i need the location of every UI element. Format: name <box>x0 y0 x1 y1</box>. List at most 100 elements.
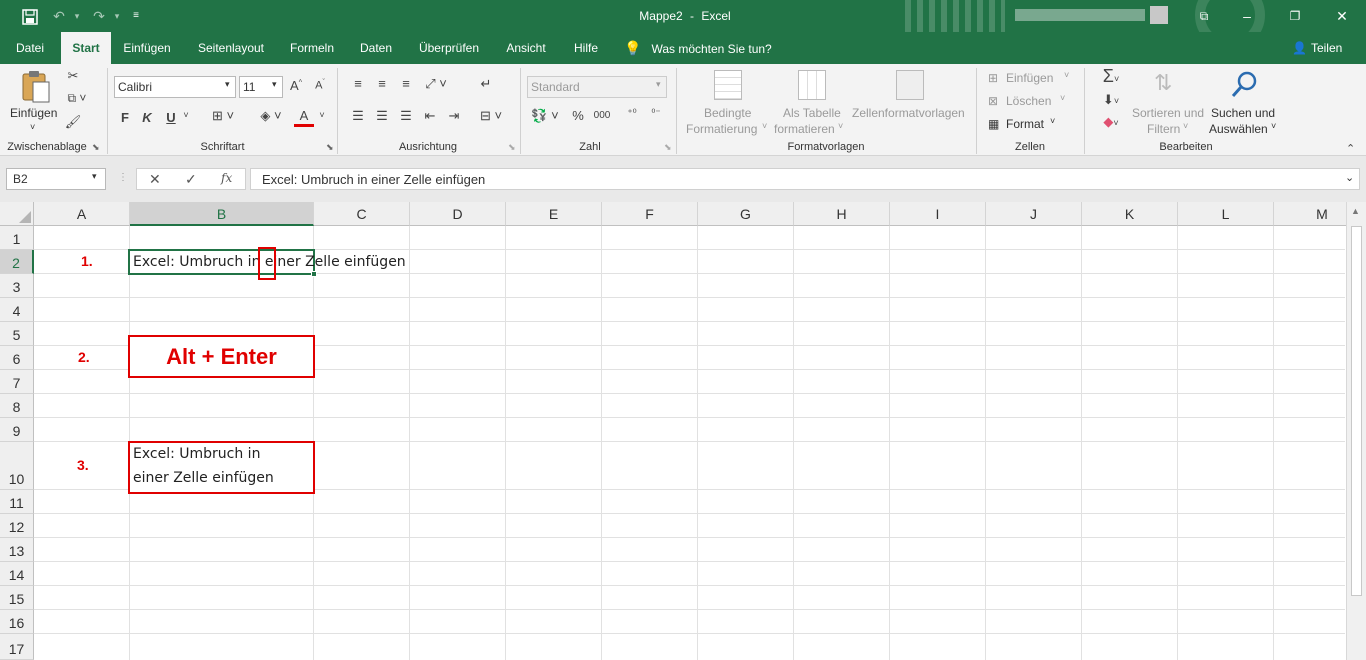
increase-decimal-icon[interactable]: ⁺⁰ <box>622 108 642 119</box>
row-header-12[interactable]: 12 <box>0 514 34 538</box>
wrap-text-icon[interactable]: ↵ <box>476 76 496 92</box>
save-icon[interactable] <box>16 0 44 32</box>
column-header-d[interactable]: D <box>410 202 506 226</box>
row-header-6[interactable]: 6 <box>0 346 34 370</box>
cancel-entry-icon[interactable]: ✕ <box>149 171 161 188</box>
row-header-7[interactable]: 7 <box>0 370 34 394</box>
column-header-c[interactable]: C <box>314 202 410 226</box>
clear-icon[interactable]: ◆˅ <box>1094 114 1128 130</box>
vertical-scrollbar[interactable]: ▲ <box>1346 202 1366 660</box>
delete-cells-button[interactable]: ⊠ Löschen ˅ <box>986 93 1076 111</box>
sort-filter-button[interactable]: ⇅ Sortieren und Filtern ˅ <box>1130 70 1206 140</box>
undo-dropdown-icon[interactable]: ▾ <box>70 0 84 32</box>
increase-indent-icon[interactable]: ⇥ <box>444 108 464 124</box>
tab-formeln[interactable]: Formeln <box>284 32 340 64</box>
insert-cells-button[interactable]: ⊞ Einfügen ˅ <box>986 70 1076 88</box>
account-avatar[interactable] <box>1150 6 1168 24</box>
row-header-11[interactable]: 11 <box>0 490 34 514</box>
align-bottom-icon[interactable]: ≡ <box>396 76 416 91</box>
expand-formula-icon[interactable]: ⌄ <box>1345 171 1354 184</box>
underline-button[interactable]: U <box>164 110 178 125</box>
column-header-k[interactable]: K <box>1082 202 1178 226</box>
format-as-table-button[interactable]: Als Tabelle formatieren ˅ <box>772 70 850 140</box>
percent-button[interactable]: % <box>570 108 586 123</box>
ribbon-display-options-icon[interactable]: ⧉ <box>1192 0 1216 32</box>
cut-icon[interactable]: ✂ <box>64 68 82 84</box>
row-header-16[interactable]: 16 <box>0 610 34 634</box>
insert-function-button[interactable]: fx <box>221 171 232 185</box>
italic-button[interactable]: K <box>140 110 154 125</box>
font-size-box[interactable]: 11 ▾ <box>239 76 283 98</box>
tab-einfuegen[interactable]: Einfügen <box>118 32 176 64</box>
tell-me-box[interactable]: 💡 Was möchten Sie tun? <box>624 32 772 64</box>
align-center-icon[interactable]: ☰ <box>372 108 392 124</box>
column-header-f[interactable]: F <box>602 202 698 226</box>
align-middle-icon[interactable]: ≡ <box>372 76 392 91</box>
row-header-17[interactable]: 17 <box>0 634 34 660</box>
decrease-decimal-icon[interactable]: ⁰⁻ <box>646 108 666 119</box>
align-left-icon[interactable]: ☰ <box>348 108 368 124</box>
column-header-a[interactable]: A <box>34 202 130 226</box>
shrink-font-icon[interactable]: Aˇ <box>312 79 328 92</box>
format-cells-button[interactable]: ▦ Format ˅ <box>986 116 1076 134</box>
share-button[interactable]: 👤 Teilen <box>1292 32 1342 64</box>
tab-start[interactable]: Start <box>61 32 111 64</box>
orientation-icon[interactable]: ⤢ ˅ <box>420 76 452 92</box>
grow-font-icon[interactable]: A^ <box>288 78 304 93</box>
font-color-dropdown-icon[interactable]: ˅ <box>316 110 328 120</box>
font-launcher-icon[interactable]: ⬊ <box>326 142 334 153</box>
row-header-3[interactable]: 3 <box>0 274 34 298</box>
formula-input[interactable]: Excel: Umbruch in einer Zelle einfügen ⌄ <box>250 168 1360 190</box>
number-format-box[interactable]: Standard ▾ <box>527 76 667 98</box>
column-header-l[interactable]: L <box>1178 202 1274 226</box>
row-header-5[interactable]: 5 <box>0 322 34 346</box>
font-name-box[interactable]: Calibri ▾ <box>114 76 236 98</box>
align-top-icon[interactable]: ≡ <box>348 76 368 91</box>
restore-icon[interactable]: ❐ <box>1283 0 1307 32</box>
tab-seitenlayout[interactable]: Seitenlayout <box>192 32 270 64</box>
row-header-13[interactable]: 13 <box>0 538 34 562</box>
thousands-button[interactable]: 000 <box>592 110 612 121</box>
clipboard-launcher-icon[interactable]: ⬊ <box>92 142 100 153</box>
fill-color-icon[interactable]: ◈ ˅ <box>256 108 286 124</box>
redo-dropdown-icon[interactable]: ▾ <box>110 0 124 32</box>
number-launcher-icon[interactable]: ⬊ <box>664 142 672 153</box>
borders-icon[interactable]: ⊞ ˅ <box>208 108 238 124</box>
column-header-j[interactable]: J <box>986 202 1082 226</box>
column-header-e[interactable]: E <box>506 202 602 226</box>
tab-hilfe[interactable]: Hilfe <box>566 32 606 64</box>
row-header-10[interactable]: 10 <box>0 442 34 490</box>
column-header-g[interactable]: G <box>698 202 794 226</box>
select-all-corner[interactable] <box>0 202 34 226</box>
redo-icon[interactable]: ↷ <box>86 0 112 32</box>
undo-icon[interactable]: ↶ <box>46 0 72 32</box>
customize-qat-icon[interactable]: ≡ <box>128 0 144 32</box>
tab-ansicht[interactable]: Ansicht <box>500 32 552 64</box>
alignment-launcher-icon[interactable]: ⬊ <box>508 142 516 153</box>
row-header-9[interactable]: 9 <box>0 418 34 442</box>
row-header-1[interactable]: 1 <box>0 226 34 250</box>
merge-center-icon[interactable]: ⊟ ˅ <box>474 108 508 124</box>
scrollbar-thumb[interactable] <box>1351 226 1362 596</box>
confirm-entry-icon[interactable]: ✓ <box>185 171 197 188</box>
accounting-format-icon[interactable]: 💱 ˅ <box>528 108 562 124</box>
row-header-15[interactable]: 15 <box>0 586 34 610</box>
column-header-i[interactable]: I <box>890 202 986 226</box>
name-box[interactable]: B2 ▾ <box>6 168 106 190</box>
tab-ueberpruefen[interactable]: Überprüfen <box>412 32 486 64</box>
tab-datei[interactable]: Datei <box>8 32 52 64</box>
row-header-2[interactable]: 2 <box>0 250 34 274</box>
font-color-button[interactable]: A <box>294 108 314 127</box>
collapse-ribbon-icon[interactable]: ⌃ <box>1346 142 1355 155</box>
column-header-b[interactable]: B <box>130 202 314 226</box>
cell-styles-button[interactable]: Zellenformatvorlagen <box>850 70 970 140</box>
fill-handle[interactable] <box>311 271 317 277</box>
autosum-icon[interactable]: Σ˅ <box>1094 66 1128 87</box>
format-painter-icon[interactable]: 🖌 <box>64 114 82 130</box>
row-header-8[interactable]: 8 <box>0 394 34 418</box>
paste-button[interactable]: Einfügen ˅ <box>8 70 58 140</box>
fill-icon[interactable]: ⬇˅ <box>1094 92 1128 108</box>
underline-dropdown-icon[interactable]: ˅ <box>180 110 192 120</box>
align-right-icon[interactable]: ☰ <box>396 108 416 124</box>
copy-icon[interactable]: ⧉ ˅ <box>62 91 92 106</box>
